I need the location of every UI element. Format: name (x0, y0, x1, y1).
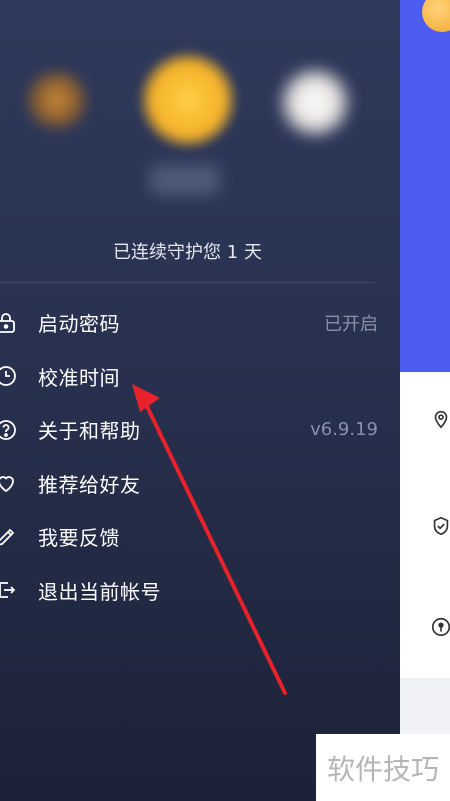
blurred-avatar-right (275, 65, 355, 140)
blurred-username (150, 165, 220, 195)
menu-label: 启动密码 (38, 312, 120, 337)
menu-label: 退出当前帐号 (38, 579, 161, 604)
menu-item-about-help[interactable]: 关于和帮助 v6.9.19 (0, 403, 400, 457)
user-avatar[interactable] (138, 50, 238, 150)
guard-days-text: 已连续守护您 1 天 (113, 242, 262, 263)
logout-icon (0, 578, 18, 602)
menu-item-recommend[interactable]: 推荐给好友 (0, 457, 400, 511)
menu-label: 校准时间 (38, 365, 120, 390)
version-value: v6.9.19 (310, 419, 378, 441)
location-icon[interactable] (430, 408, 450, 430)
menu-status-value: 已开启 (324, 313, 378, 335)
menu-item-feedback[interactable]: 我要反馈 (0, 510, 400, 564)
heart-icon (0, 471, 18, 495)
menu-label: 推荐给好友 (38, 472, 141, 497)
clock-icon (0, 364, 18, 388)
side-drawer: 已连续守护您 1 天 启动密码 已开启 校准时间 关于和帮助 v6.9.19 推… (0, 0, 400, 801)
main-view-peek[interactable] (400, 0, 450, 801)
menu-item-startup-password[interactable]: 启动密码 已开启 (0, 296, 400, 350)
menu-label: 关于和帮助 (38, 419, 141, 444)
avatar[interactable] (422, 0, 450, 32)
drawer-menu: 启动密码 已开启 校准时间 关于和帮助 v6.9.19 推荐给好友 我要反馈 退… (0, 296, 400, 617)
blurred-avatar-left (22, 70, 92, 130)
main-header (400, 0, 450, 372)
pencil-icon (0, 525, 18, 549)
menu-item-logout[interactable]: 退出当前帐号 (0, 564, 400, 618)
menu-item-calibrate-time[interactable]: 校准时间 (0, 350, 400, 404)
menu-label: 我要反馈 (38, 526, 120, 551)
lock-icon (0, 311, 18, 335)
key-icon[interactable] (430, 616, 450, 638)
shield-check-icon[interactable] (430, 515, 450, 537)
divider (0, 282, 375, 283)
watermark: 软件技巧 (316, 734, 450, 801)
help-icon (0, 418, 18, 442)
